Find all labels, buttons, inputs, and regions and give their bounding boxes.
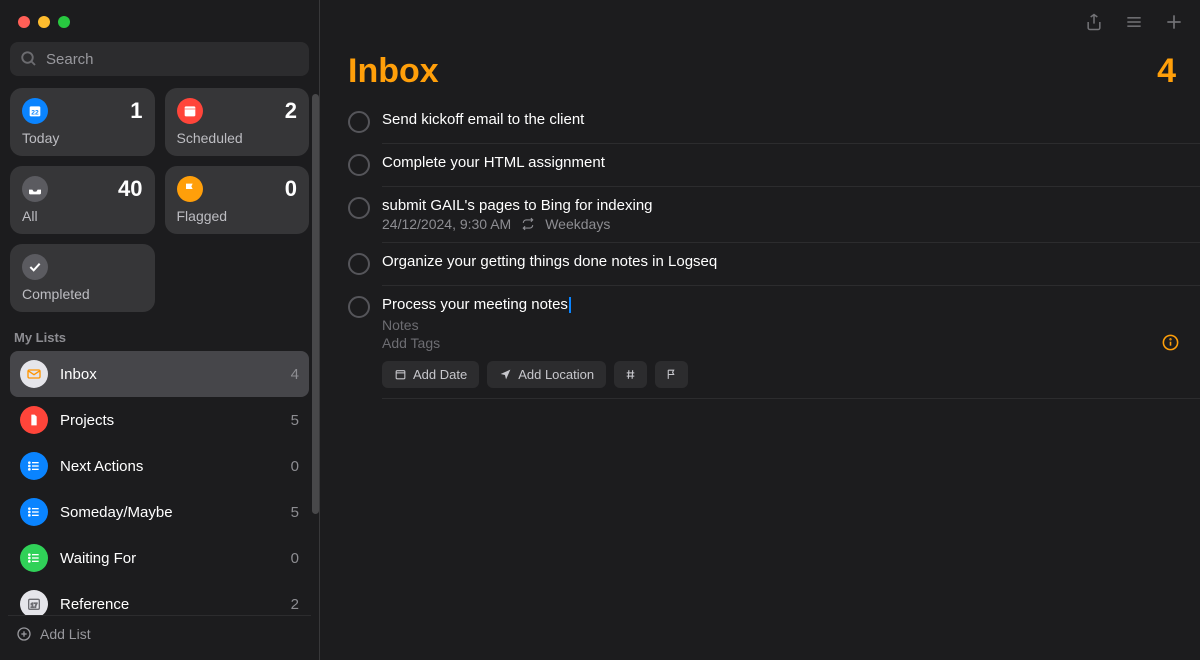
list-count: 5 [291, 504, 299, 521]
task-checkbox[interactable] [348, 197, 370, 219]
list-count: 0 [291, 458, 299, 475]
task-checkbox[interactable] [348, 296, 370, 318]
list-count: 0 [291, 550, 299, 567]
calendar-today-icon: 22 [22, 98, 48, 124]
task-title-input[interactable]: Process your meeting notes [382, 296, 1161, 313]
add-tag-button[interactable] [614, 361, 647, 388]
flagged-count: 0 [285, 176, 297, 202]
list-label: Inbox [60, 366, 291, 383]
smart-list-today[interactable]: 22 1 Today [10, 88, 155, 156]
scheduled-count: 2 [285, 98, 297, 124]
task-date: 24/12/2024, 9:30 AM [382, 216, 511, 232]
sidebar-item-next-actions[interactable]: Next Actions 0 [10, 443, 309, 489]
my-lists-header: My Lists [8, 312, 311, 351]
flag-icon [665, 368, 678, 381]
add-flag-button[interactable] [655, 361, 688, 388]
flagged-label: Flagged [177, 208, 298, 224]
envelope-icon [20, 360, 48, 388]
document-icon [20, 406, 48, 434]
all-count: 40 [118, 176, 142, 202]
add-list-button[interactable]: Add List [8, 615, 311, 652]
task-repeat: Weekdays [545, 216, 610, 232]
svg-text:17: 17 [31, 603, 38, 609]
fullscreen-window-button[interactable] [58, 16, 70, 28]
page-count: 4 [1157, 52, 1176, 91]
close-window-button[interactable] [18, 16, 30, 28]
task-title[interactable]: Organize your getting things done notes … [382, 253, 1180, 270]
tray-icon [22, 176, 48, 202]
plus-circle-icon [16, 626, 32, 642]
search-icon [20, 50, 38, 68]
list-label: Reference [60, 596, 291, 613]
checkmark-icon [22, 254, 48, 280]
repeat-icon [521, 217, 535, 231]
smart-list-all[interactable]: 40 All [10, 166, 155, 234]
task-checkbox[interactable] [348, 111, 370, 133]
task-checkbox[interactable] [348, 154, 370, 176]
completed-label: Completed [22, 286, 143, 302]
task-row[interactable]: submit GAIL's pages to Bing for indexing… [382, 187, 1200, 243]
info-button[interactable] [1161, 333, 1180, 352]
location-icon [499, 368, 512, 381]
smart-list-scheduled[interactable]: 2 Scheduled [165, 88, 310, 156]
list-bullet-icon [20, 544, 48, 572]
sidebar-item-someday[interactable]: Someday/Maybe 5 [10, 489, 309, 535]
list-view-button[interactable] [1124, 12, 1144, 32]
task-title[interactable]: Complete your HTML assignment [382, 154, 1180, 171]
task-tags-input[interactable]: Add Tags [382, 335, 1161, 351]
calendar-small-icon: 17 [20, 590, 48, 615]
today-count: 1 [130, 98, 142, 124]
page-title: Inbox [348, 52, 439, 91]
search-box[interactable] [10, 42, 309, 76]
task-row[interactable]: Organize your getting things done notes … [382, 243, 1200, 286]
search-input[interactable] [46, 51, 299, 68]
list-label: Projects [60, 412, 291, 429]
scheduled-label: Scheduled [177, 130, 298, 146]
task-title[interactable]: submit GAIL's pages to Bing for indexing [382, 197, 1180, 214]
share-button[interactable] [1084, 12, 1104, 32]
scrollbar[interactable] [312, 94, 319, 514]
svg-text:22: 22 [31, 109, 39, 116]
list-bullet-icon [20, 498, 48, 526]
list-label: Someday/Maybe [60, 504, 291, 521]
task-row[interactable]: Complete your HTML assignment [382, 144, 1200, 187]
sidebar-item-reference[interactable]: 17 Reference 2 [10, 581, 309, 615]
today-label: Today [22, 130, 143, 146]
add-list-label: Add List [40, 626, 91, 642]
list-bullet-icon [20, 452, 48, 480]
task-row-editing[interactable]: Process your meeting notes Notes Add Tag… [382, 286, 1200, 399]
calendar-icon [394, 368, 407, 381]
list-count: 5 [291, 412, 299, 429]
add-location-button[interactable]: Add Location [487, 361, 606, 388]
task-checkbox[interactable] [348, 253, 370, 275]
all-label: All [22, 208, 143, 224]
list-label: Waiting For [60, 550, 291, 567]
task-row[interactable]: Send kickoff email to the client [382, 101, 1200, 144]
smart-list-completed[interactable]: Completed [10, 244, 155, 312]
add-date-button[interactable]: Add Date [382, 361, 479, 388]
calendar-icon [177, 98, 203, 124]
sidebar-item-inbox[interactable]: Inbox 4 [10, 351, 309, 397]
minimize-window-button[interactable] [38, 16, 50, 28]
flag-icon [177, 176, 203, 202]
task-title[interactable]: Send kickoff email to the client [382, 111, 1180, 128]
hash-icon [624, 368, 637, 381]
add-location-label: Add Location [518, 367, 594, 382]
add-date-label: Add Date [413, 367, 467, 382]
new-reminder-button[interactable] [1164, 12, 1184, 32]
smart-list-flagged[interactable]: 0 Flagged [165, 166, 310, 234]
task-notes-input[interactable]: Notes [382, 317, 1161, 333]
list-count: 4 [291, 366, 299, 383]
sidebar-item-waiting[interactable]: Waiting For 0 [10, 535, 309, 581]
list-count: 2 [291, 596, 299, 613]
list-label: Next Actions [60, 458, 291, 475]
window-controls [8, 8, 311, 42]
sidebar-item-projects[interactable]: Projects 5 [10, 397, 309, 443]
